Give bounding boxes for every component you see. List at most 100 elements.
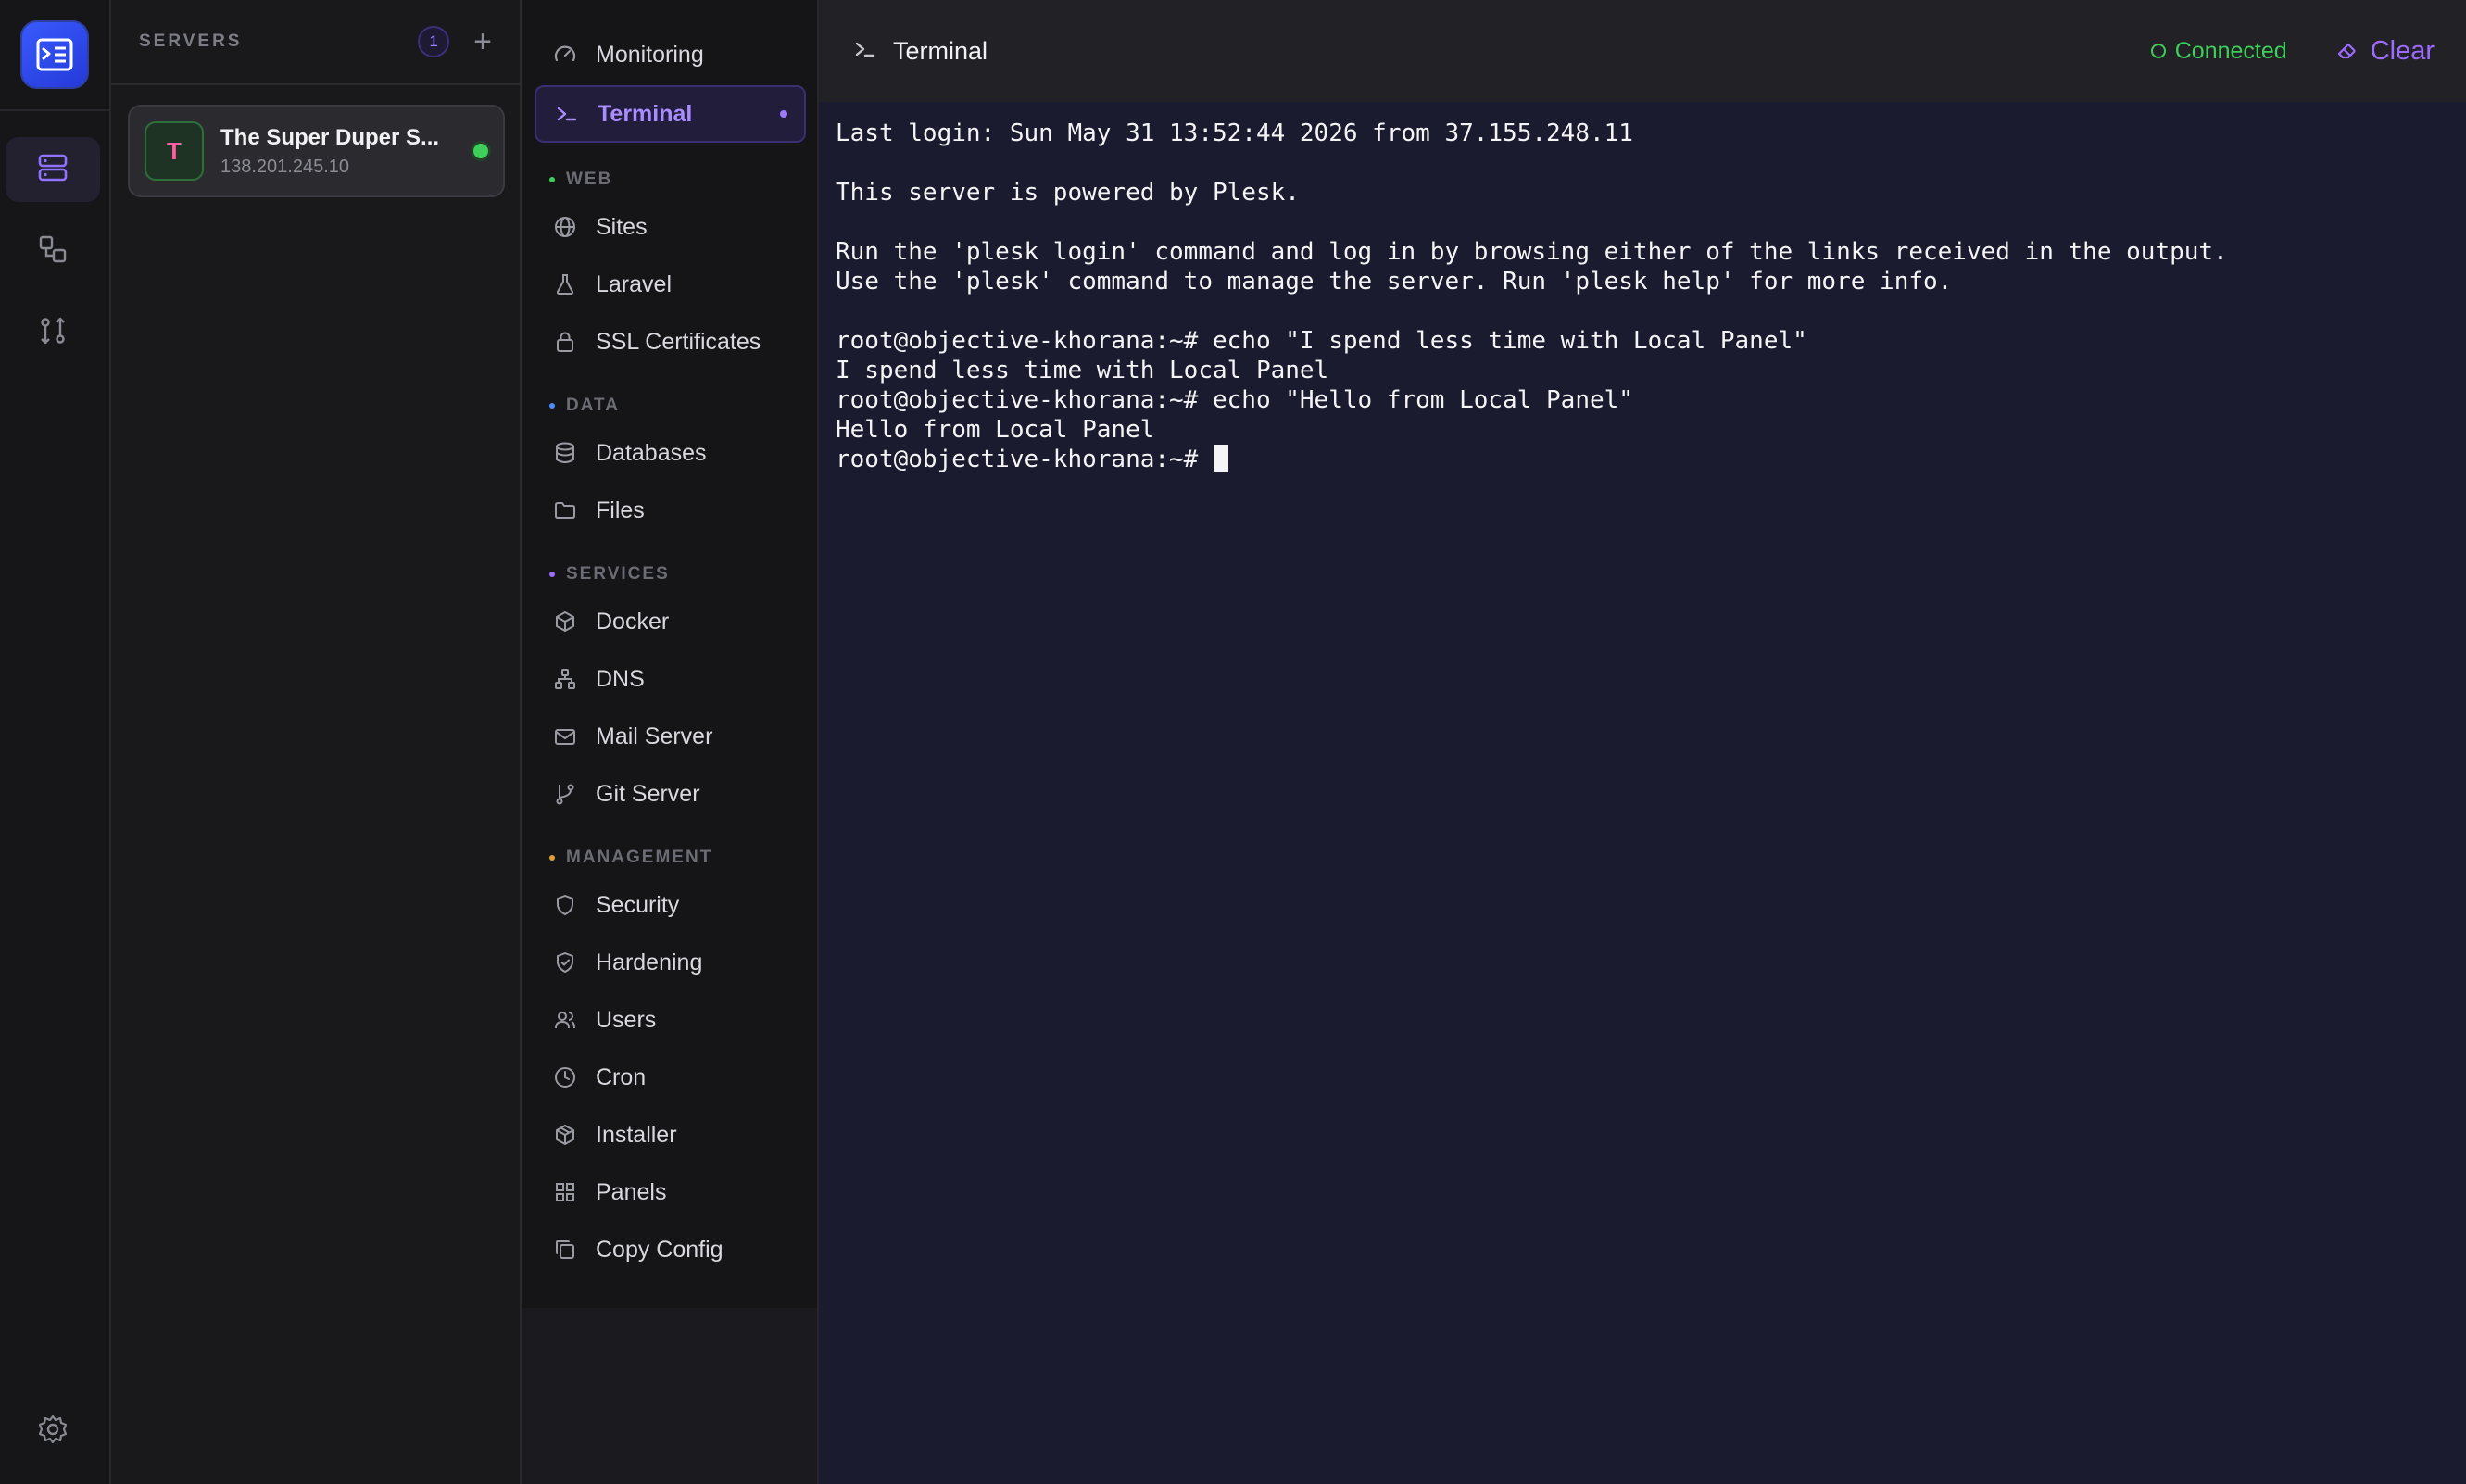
clock-icon (553, 1065, 577, 1089)
nav-item-label: Users (596, 1006, 657, 1033)
section-label-text: SERVICES (566, 564, 670, 584)
folder-icon (553, 498, 577, 522)
nav-item-git-server[interactable]: Git Server (535, 765, 806, 823)
connection-status: Connected (2150, 37, 2287, 65)
terminal-icon (555, 102, 579, 126)
server-name: The Super Duper S... (220, 124, 440, 150)
section-label-web: WEB (549, 170, 612, 190)
shield-check-icon (553, 950, 577, 975)
add-server-button[interactable]: + (473, 26, 492, 57)
nav-item-files[interactable]: Files (535, 482, 806, 539)
servers-panel: SERVERS 1 + T The Super Duper S... 138.2… (111, 0, 522, 1484)
terminal-output[interactable]: Last login: Sun May 31 13:52:44 2026 fro… (819, 102, 2466, 1484)
section-bullet (549, 572, 555, 577)
server-avatar: T (145, 121, 204, 181)
terminal-line: Run the 'plesk login' command and log in… (836, 238, 2228, 266)
nav-item-panels[interactable]: Panels (535, 1163, 806, 1221)
grid-icon (553, 1180, 577, 1204)
section-bullet (549, 855, 555, 861)
terminal-prompt-icon (852, 36, 878, 67)
nav-item-label: Monitoring (596, 41, 704, 68)
git-compare-icon (37, 315, 69, 351)
nav-item-label: Sites (596, 213, 648, 240)
nav-item-label: Terminal (598, 100, 693, 127)
active-indicator (780, 110, 787, 118)
nav-item-label: SSL Certificates (596, 328, 761, 355)
section-label-text: DATA (566, 396, 620, 415)
nav-item-label: Copy Config (596, 1236, 723, 1263)
rail-shapes-button[interactable] (6, 219, 100, 283)
section-label-services: SERVICES (549, 564, 670, 585)
logo-area (0, 0, 109, 111)
nav-item-dns[interactable]: DNS (535, 650, 806, 708)
nav-item-laravel[interactable]: Laravel (535, 256, 806, 313)
terminal-line: Last login: Sun May 31 13:52:44 2026 fro… (836, 119, 1633, 147)
nav-item-sites[interactable]: Sites (535, 198, 806, 256)
nav-item-label: Hardening (596, 949, 703, 975)
nav-item-ssl-certificates[interactable]: SSL Certificates (535, 313, 806, 371)
nav-item-label: Mail Server (596, 723, 713, 749)
terminal-cursor (1214, 445, 1228, 472)
nav-item-hardening[interactable]: Hardening (535, 934, 806, 991)
servers-icon (37, 152, 69, 188)
servers-title: SERVERS (139, 31, 243, 51)
terminal-prompt: root@objective-khorana:~# (836, 446, 1213, 473)
database-icon (553, 441, 577, 465)
shapes-icon (37, 233, 69, 270)
app-rail (0, 0, 111, 1484)
section-label-text: MANAGEMENT (566, 848, 713, 867)
eraser-icon (2335, 39, 2359, 63)
section-label-text: WEB (566, 170, 613, 189)
rail-servers-button[interactable] (6, 137, 100, 202)
terminal-header: Terminal Connected Clear (819, 0, 2466, 102)
connection-status-label: Connected (2174, 37, 2287, 64)
nav-item-security[interactable]: Security (535, 876, 806, 934)
nav-item-terminal[interactable]: Terminal (535, 85, 806, 143)
gear-icon (37, 1414, 69, 1450)
terminal-line: Hello from Local Panel (836, 416, 1155, 444)
server-nav: Monitoring Terminal WEB Sites Laravel SS… (522, 0, 819, 1308)
nav-item-copy-config[interactable]: Copy Config (535, 1221, 806, 1278)
clear-button[interactable]: Clear (2335, 36, 2435, 67)
terminal-line: I spend less time with Local Panel (836, 357, 1329, 384)
settings-button[interactable] (6, 1399, 100, 1464)
lock-icon (553, 330, 577, 354)
rail-compare-button[interactable] (6, 300, 100, 365)
server-status-dot (473, 144, 488, 158)
terminal-server-logo-icon[interactable] (20, 20, 89, 89)
section-bullet (549, 177, 555, 182)
nav-item-label: Databases (596, 439, 707, 466)
mail-icon (553, 724, 577, 748)
nav-item-label: Files (596, 497, 645, 523)
section-label-data: DATA (549, 396, 620, 416)
terminal-prompt-line[interactable]: root@objective-khorana:~# (836, 445, 2449, 474)
nav-item-label: Installer (596, 1121, 677, 1148)
clear-button-label: Clear (2370, 35, 2435, 66)
server-card[interactable]: T The Super Duper S... 138.201.245.10 (128, 105, 505, 197)
server-ip: 138.201.245.10 (220, 156, 350, 177)
server-info: The Super Duper S... 138.201.245.10 (220, 125, 464, 178)
nav-item-databases[interactable]: Databases (535, 424, 806, 482)
terminal-line: Use the 'plesk' command to manage the se… (836, 268, 1953, 296)
users-icon (553, 1008, 577, 1032)
nav-item-monitoring[interactable]: Monitoring (535, 26, 806, 83)
globe-icon (553, 215, 577, 239)
section-bullet (549, 403, 555, 409)
nav-item-label: DNS (596, 665, 645, 692)
nav-item-installer[interactable]: Installer (535, 1106, 806, 1163)
box-icon (553, 610, 577, 634)
servers-header: SERVERS 1 + (111, 0, 520, 85)
nav-item-cron[interactable]: Cron (535, 1049, 806, 1106)
nav-item-label: Cron (596, 1063, 647, 1090)
terminal-line: root@objective-khorana:~# echo "Hello fr… (836, 386, 1633, 414)
nav-item-mail-server[interactable]: Mail Server (535, 708, 806, 765)
nav-item-label: Git Server (596, 780, 700, 807)
nav-footer-area (522, 1308, 819, 1484)
nav-item-users[interactable]: Users (535, 991, 806, 1049)
network-icon (553, 667, 577, 691)
nav-item-docker[interactable]: Docker (535, 593, 806, 650)
terminal-line: This server is powered by Plesk. (836, 179, 1300, 207)
